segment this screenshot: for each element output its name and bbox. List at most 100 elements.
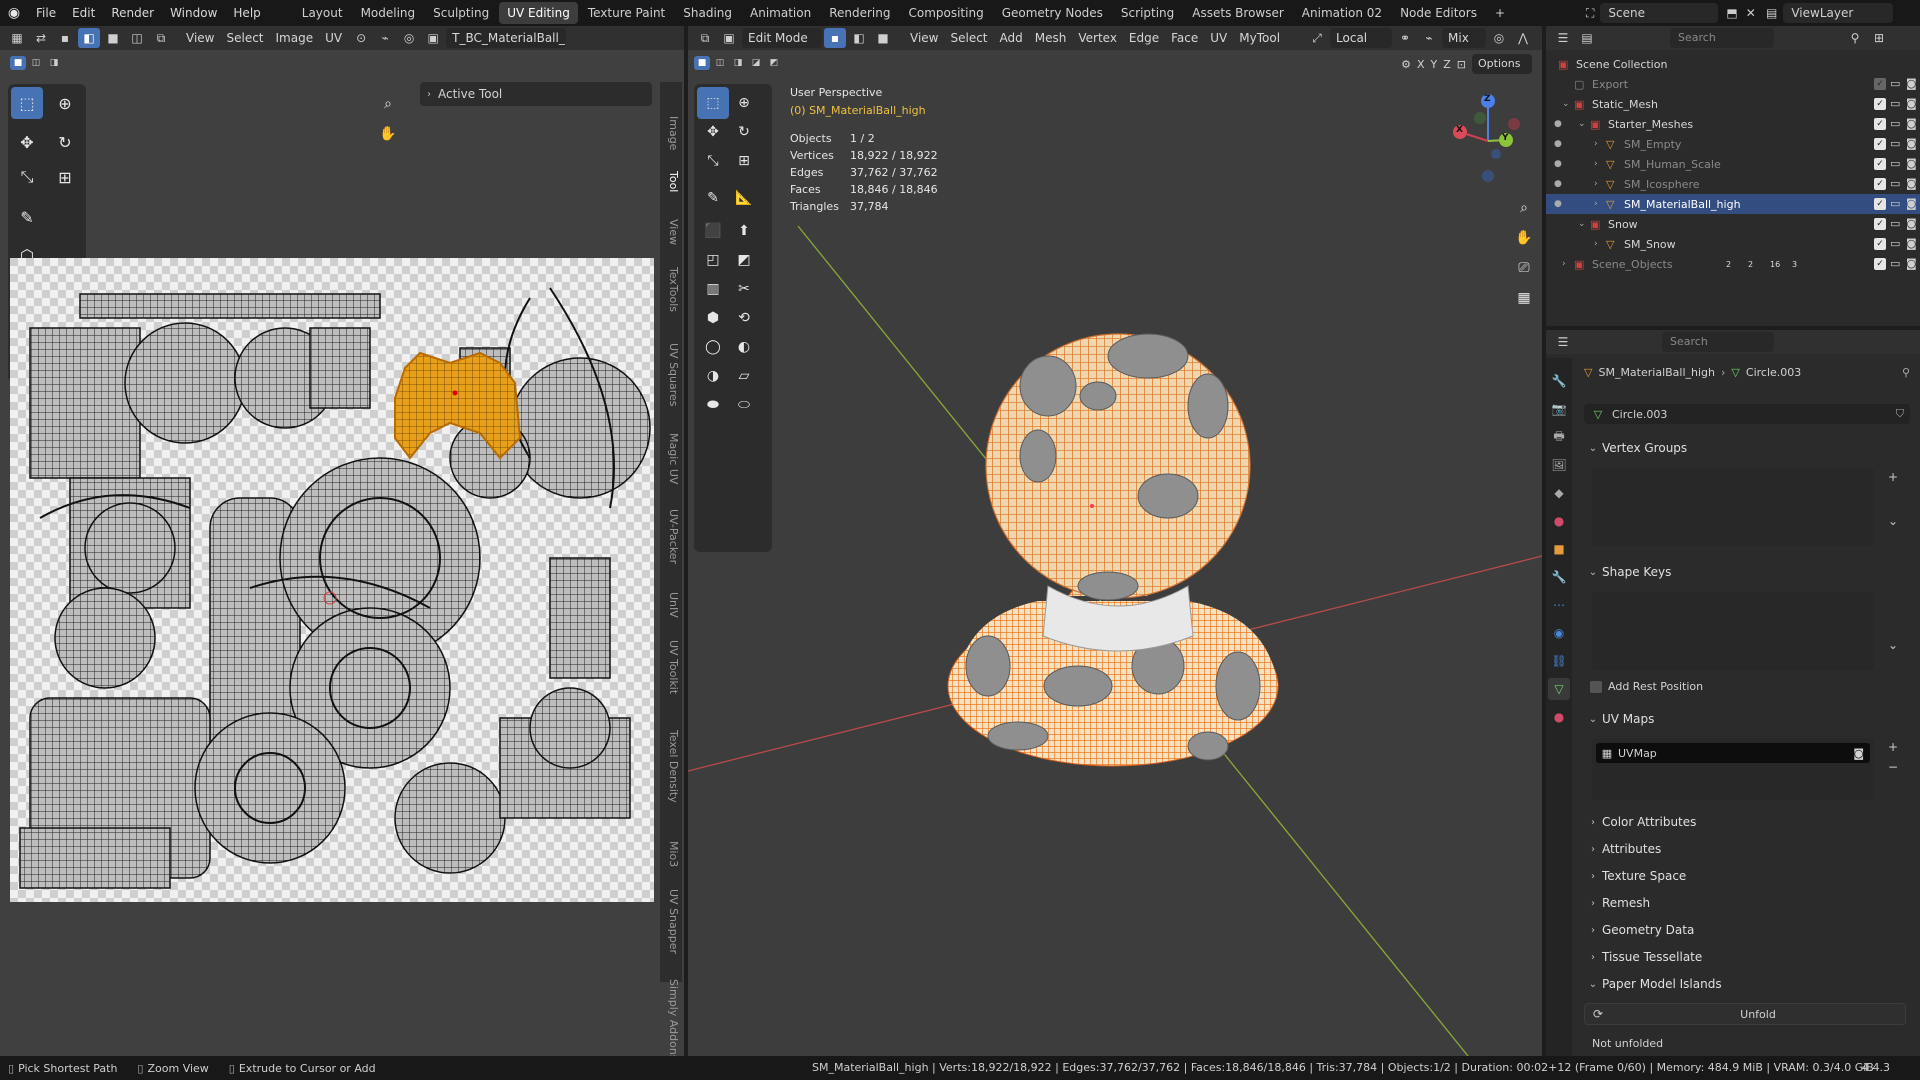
exclude-checkbox[interactable]: ✓ <box>1874 138 1886 150</box>
transform-tool-icon[interactable]: ⊞ <box>49 161 81 193</box>
scene-selector[interactable]: ⛶ Scene ⬒ ✕ <box>1586 0 1756 26</box>
workspace-tab-animation-02[interactable]: Animation 02 <box>1294 2 1390 24</box>
viewport-pan-icon[interactable]: ✋ <box>1508 222 1540 254</box>
menu-edit[interactable]: Edit <box>64 0 103 26</box>
panel-header-texture-space[interactable]: › Texture Space <box>1584 864 1906 888</box>
new-collection-icon[interactable]: ⊞ <box>1868 28 1890 48</box>
active-render-camera-icon[interactable]: ◙ <box>1853 747 1864 760</box>
pan-hand-icon[interactable]: ✋ <box>372 118 404 150</box>
sidebar-tab-textools[interactable]: TexTools <box>667 267 680 312</box>
view-layer-selector[interactable]: ▤ ViewLayer <box>1766 0 1894 26</box>
visibility-icon[interactable]: ▭ <box>1890 157 1900 170</box>
menu-window[interactable]: Window <box>162 0 225 26</box>
viewport-scene[interactable] <box>688 26 1542 1056</box>
exclude-checkbox[interactable]: ✓ <box>1874 198 1886 210</box>
uv-menu-select[interactable]: Select <box>220 28 269 48</box>
constraints-tab-icon[interactable]: ⛓ <box>1548 650 1570 672</box>
outliner-row[interactable]: ▢ Export ✓ ▭ ◙ <box>1546 74 1920 94</box>
expand-toggle-icon[interactable]: › <box>1562 259 1566 269</box>
outliner-item-label[interactable]: SM_Snow <box>1624 238 1676 251</box>
material-tab-icon[interactable]: ● <box>1548 706 1570 728</box>
data-tab-icon[interactable]: ▽ <box>1548 678 1570 700</box>
particles-tab-icon[interactable]: ⋯ <box>1548 594 1570 616</box>
sidebar-tab-uv-snapper[interactable]: UV Snapper <box>667 889 680 954</box>
outliner-item-label[interactable]: Scene Collection <box>1576 58 1667 71</box>
sidebar-tab-texel-density[interactable]: Texel Density <box>667 730 680 803</box>
blender-logo-icon[interactable]: ◉ <box>0 5 28 21</box>
panel-header-color-attributes[interactable]: › Color Attributes <box>1584 810 1906 834</box>
gizmo-z-label[interactable]: Z <box>1484 94 1491 104</box>
uv-map-name[interactable]: UVMap <box>1618 747 1657 760</box>
outliner-item-label[interactable]: Scene_Objects <box>1592 258 1673 271</box>
workspace-tab-animation[interactable]: Animation <box>742 2 819 24</box>
select-box-tool-icon[interactable]: ⬚ <box>11 87 43 119</box>
sidebar-tab-magic-uv[interactable]: Magic UV <box>667 433 680 484</box>
add-rest-position-row[interactable]: Add Rest Position <box>1590 680 1703 693</box>
visibility-dot-icon[interactable]: ● <box>1554 119 1562 129</box>
editor-type-icon[interactable]: ▦ <box>6 28 28 48</box>
zoom-icon[interactable]: ⌕ <box>372 88 404 120</box>
render-icon[interactable]: ◙ <box>1906 217 1917 230</box>
uv-select-subtract-icon[interactable]: ◨ <box>46 56 62 70</box>
outliner-item-label[interactable]: Starter_Meshes <box>1608 118 1693 131</box>
paper-model-panel-header[interactable]: ⌄ Paper Model Islands <box>1584 972 1906 996</box>
render-icon[interactable]: ◙ <box>1906 97 1917 110</box>
visibility-icon[interactable]: ▭ <box>1890 257 1900 270</box>
image-browse-icon[interactable]: ▣ <box>422 28 444 48</box>
sidebar-tab-image[interactable]: Image <box>667 116 680 150</box>
close-icon[interactable]: ✕ <box>1746 6 1756 20</box>
annotate-tool-icon[interactable]: ✎ <box>11 201 43 233</box>
sync-selection-icon[interactable]: ⇄ <box>30 28 52 48</box>
render-icon[interactable]: ◙ <box>1906 237 1917 250</box>
vertex-group-menu-icon[interactable]: ⌄ <box>1888 514 1898 528</box>
expand-toggle-icon[interactable]: › <box>1594 199 1598 209</box>
scale-tool-icon[interactable]: ⤡ <box>11 161 43 193</box>
visibility-dot-icon[interactable]: ● <box>1554 159 1562 169</box>
expand-toggle-icon[interactable]: › <box>1594 159 1598 169</box>
properties-search-input[interactable]: Search <box>1662 332 1774 352</box>
add-workspace-button[interactable]: + <box>1487 2 1513 24</box>
panel-header-attributes[interactable]: › Attributes <box>1584 837 1906 861</box>
outliner-row[interactable]: ▣ Scene Collection <box>1546 54 1920 74</box>
menu-render[interactable]: Render <box>103 0 162 26</box>
sidebar-tab-uv-packer[interactable]: UV-Packer <box>667 509 680 564</box>
island-select-icon[interactable]: ◫ <box>126 28 148 48</box>
render-icon[interactable]: ◙ <box>1906 77 1917 90</box>
outliner-row[interactable]: ● › ▽ SM_Human_Scale ✓ ▭ ◙ <box>1546 154 1920 174</box>
panel-header-tissue-tessellate[interactable]: › Tissue Tessellate <box>1584 945 1906 969</box>
expand-toggle-icon[interactable]: › <box>1594 139 1598 149</box>
outliner-search-input[interactable]: Search <box>1670 28 1774 48</box>
sidebar-tab-tool[interactable]: Tool <box>667 171 680 192</box>
visibility-dot-icon[interactable]: ● <box>1554 199 1562 209</box>
uv-select-extend-icon[interactable]: ◫ <box>28 56 44 70</box>
workspace-tab-sculpting[interactable]: Sculpting <box>425 2 497 24</box>
exclude-checkbox[interactable]: ✓ <box>1874 238 1886 250</box>
outliner-item-label[interactable]: Export <box>1592 78 1628 91</box>
render-icon[interactable]: ◙ <box>1906 137 1917 150</box>
rotate-tool-icon[interactable]: ↻ <box>49 126 81 158</box>
mesh-name[interactable]: Circle.003 <box>1612 408 1667 421</box>
workspace-tab-modeling[interactable]: Modeling <box>353 2 424 24</box>
add-uv-map-icon[interactable]: + <box>1888 740 1898 754</box>
vertex-groups-list[interactable] <box>1592 468 1874 546</box>
display-mode-icon[interactable]: ▤ <box>1576 28 1598 48</box>
uv-maps-panel-header[interactable]: ⌄ UV Maps <box>1584 707 1906 731</box>
outliner-item-label[interactable]: Snow <box>1608 218 1638 231</box>
pin-properties-icon[interactable]: ⚲ <box>1902 366 1910 379</box>
unfold-button[interactable]: ⟳ Unfold <box>1584 1003 1906 1025</box>
face-select-icon[interactable]: ■ <box>102 28 124 48</box>
modifier-tab-icon[interactable]: 🔧 <box>1548 566 1570 588</box>
outliner-item-label[interactable]: SM_Human_Scale <box>1624 158 1721 171</box>
render-tab-icon[interactable]: 📷 <box>1548 398 1570 420</box>
ortho-toggle-icon[interactable]: ▦ <box>1508 282 1540 314</box>
workspace-tab-layout[interactable]: Layout <box>294 2 351 24</box>
outliner-item-label[interactable]: SM_Icosphere <box>1624 178 1700 191</box>
outliner-type-icon[interactable]: ☰ <box>1552 28 1574 48</box>
workspace-tab-node-editors[interactable]: Node Editors <box>1392 2 1485 24</box>
exclude-checkbox[interactable]: ✓ <box>1874 178 1886 190</box>
exclude-checkbox[interactable]: ✓ <box>1874 118 1886 130</box>
visibility-dot-icon[interactable]: ● <box>1554 139 1562 149</box>
outliner-item-label[interactable]: SM_Empty <box>1624 138 1681 151</box>
sidebar-tab-uv-toolkit[interactable]: UV Toolkit <box>667 640 680 694</box>
exclude-checkbox[interactable]: ✓ <box>1874 98 1886 110</box>
